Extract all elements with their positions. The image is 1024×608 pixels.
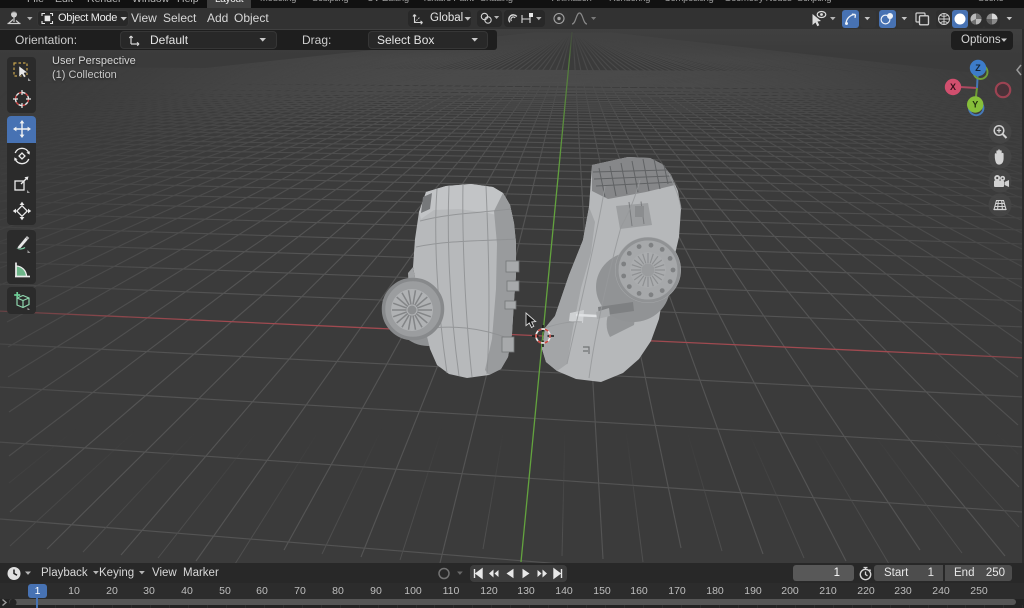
svg-text:X: X <box>950 82 956 92</box>
svg-text:Y: Y <box>972 100 978 110</box>
svg-text:Z: Z <box>975 63 981 73</box>
